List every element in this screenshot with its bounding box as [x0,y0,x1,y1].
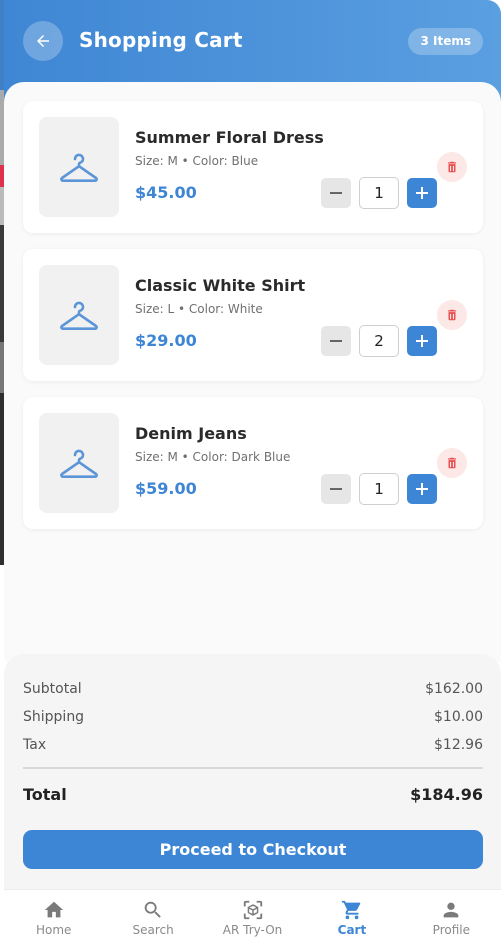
product-variant: Size: L • Color: White [135,302,263,316]
summary-divider [23,767,483,769]
subtotal-row: Subtotal $162.00 [23,681,483,697]
total-value: $184.96 [410,785,483,804]
person-icon [440,899,462,921]
product-price: $45.00 [135,183,197,202]
trash-icon [447,309,457,321]
nav-item-ar-try-on[interactable]: AR Try-On [203,890,302,944]
cart-item-card: Classic White Shirt Size: L • Color: Whi… [23,249,483,381]
delete-button[interactable] [437,300,467,330]
arrow-left-icon [37,35,49,47]
plus-icon [416,335,428,347]
nav-label: Profile [432,923,470,937]
delete-button[interactable] [437,152,467,182]
product-price: $59.00 [135,479,197,498]
trash-icon [447,457,457,469]
product-price: $29.00 [135,331,197,350]
product-variant: Size: M • Color: Dark Blue [135,450,291,464]
quantity-field[interactable]: 1 [359,177,399,209]
tax-row: Tax $12.96 [23,737,483,753]
product-name: Classic White Shirt [135,276,306,295]
ar-cube-icon [242,899,264,921]
nav-label: AR Try-On [222,923,283,937]
decrease-quantity-button[interactable] [321,474,351,504]
minus-icon [330,488,342,490]
increase-quantity-button[interactable] [407,474,437,504]
delete-button[interactable] [437,448,467,478]
subtotal-label: Subtotal [23,681,82,697]
cart-item-card: Summer Floral Dress Size: M • Color: Blu… [23,101,483,233]
home-icon [43,899,65,921]
tax-label: Tax [23,737,47,753]
increase-quantity-button[interactable] [407,326,437,356]
shipping-label: Shipping [23,709,85,725]
hanger-icon [60,301,98,330]
trash-icon [447,161,457,173]
decrease-quantity-button[interactable] [321,326,351,356]
items-count-badge: 3 Items [408,28,483,55]
minus-icon [330,340,342,342]
minus-icon [330,192,342,194]
shipping-row: Shipping $10.00 [23,709,483,725]
cart-icon [341,899,363,921]
quantity-field[interactable]: 2 [359,325,399,357]
nav-item-home[interactable]: Home [4,890,103,944]
product-name: Denim Jeans [135,424,247,443]
total-row: Total $184.96 [23,785,483,804]
tax-value: $12.96 [434,737,483,753]
order-summary: Subtotal $162.00 Shipping $10.00 Tax $12… [4,654,501,890]
increase-quantity-button[interactable] [407,178,437,208]
nav-item-profile[interactable]: Profile [402,890,501,944]
product-thumbnail [39,117,119,217]
nav-item-search[interactable]: Search [103,890,202,944]
decrease-quantity-button[interactable] [321,178,351,208]
page-title: Shopping Cart [79,28,243,52]
nav-label: Home [35,923,72,937]
nav-label: Search [132,923,174,937]
plus-icon [416,187,428,199]
hanger-icon [60,449,98,478]
product-name: Summer Floral Dress [135,128,324,147]
plus-icon [416,483,428,495]
nav-label: Cart [337,923,367,937]
bottom-navigation: Home Search AR Try-On Cart Profile [4,889,501,944]
quantity-field[interactable]: 1 [359,473,399,505]
cart-item-card: Denim Jeans Size: M • Color: Dark Blue $… [23,397,483,529]
checkout-button[interactable]: Proceed to Checkout [23,830,483,869]
product-variant: Size: M • Color: Blue [135,154,259,168]
shipping-value: $10.00 [434,709,483,725]
cart-list: Summer Floral Dress Size: M • Color: Blu… [4,82,501,662]
product-thumbnail [39,265,119,365]
back-button[interactable] [23,21,63,61]
total-label: Total [23,785,67,804]
product-thumbnail [39,413,119,513]
nav-item-cart[interactable]: Cart [302,890,401,944]
hanger-icon [60,153,98,182]
subtotal-value: $162.00 [425,681,483,697]
search-icon [142,899,164,921]
